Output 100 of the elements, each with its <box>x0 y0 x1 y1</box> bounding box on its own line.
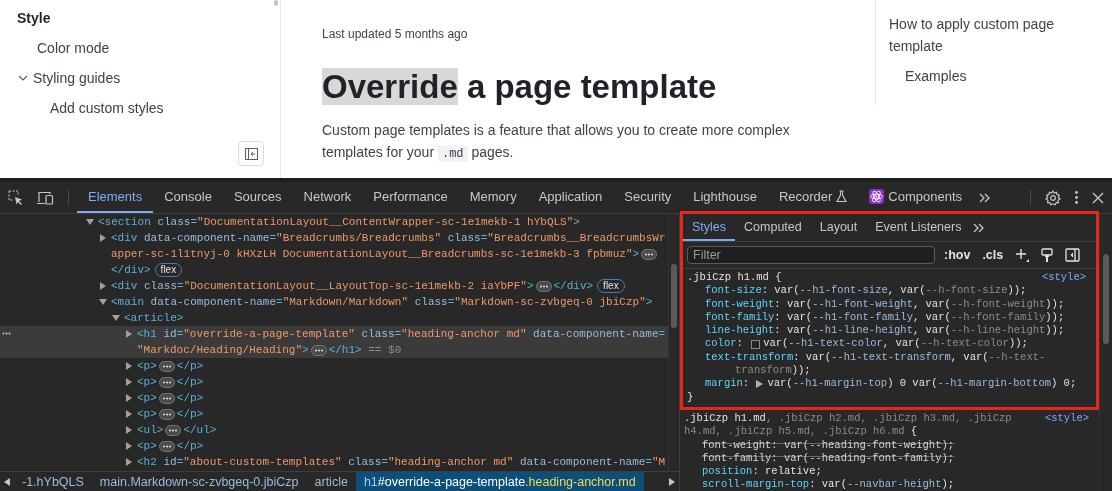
dom-tree-row[interactable]: <p> </p> <box>0 390 668 406</box>
ellipsis-icon[interactable] <box>641 248 658 260</box>
filter-field[interactable]: Filter <box>687 246 935 264</box>
dom-node-text: <ul> <box>137 423 164 438</box>
dom-tree-row[interactable]: <p> </p> <box>0 406 668 422</box>
devtools-tab[interactable]: Recorder <box>767 182 859 213</box>
dom-node-text: apper-sc-1l1tnyj-0 kHXzLH DocumentationLayout__Breadcrumbs-sc-1e1mekb-3 fpbmuz"> <box>111 247 640 262</box>
ellipsis-icon[interactable] <box>158 360 175 372</box>
dom-tree-row[interactable]: <ul> </ul> <box>0 422 668 438</box>
breadcrumb[interactable]: -1.hYbQLS <box>14 472 92 491</box>
dots-icon[interactable] <box>2 332 11 335</box>
inspect-icon[interactable] <box>8 189 24 206</box>
closing-brace: } <box>687 390 694 404</box>
dom-node-text: </p> <box>176 439 204 454</box>
expand-arrow-icon[interactable] <box>125 410 133 418</box>
dom-tree-row[interactable]: <main data-component-name="Markdown/Markdown" class="Markdown-sc-zvbgeq-0 jbiCzp"> <box>0 294 668 310</box>
devtools-tab[interactable]: Lighthouse <box>682 182 768 213</box>
sidebar-item[interactable]: Add custom styles <box>50 99 164 117</box>
more-tabs-icon[interactable] <box>979 192 992 203</box>
css-declaration: color: <box>705 337 744 351</box>
expand-arrow-icon[interactable] <box>125 458 133 466</box>
devtools-tab[interactable]: Elements <box>77 182 154 213</box>
more-icon[interactable] <box>1075 191 1078 204</box>
css-declaration: margin: <box>705 377 751 391</box>
close-icon[interactable] <box>1092 191 1104 204</box>
dom-node-text: <h2 id="about-custom-templates" class="heading-anchor md" data-component-name="M <box>137 455 666 470</box>
toc-link[interactable]: Examples <box>905 68 967 84</box>
devtools-tab[interactable]: Sources <box>222 182 293 213</box>
expand-arrow-icon[interactable] <box>99 234 107 242</box>
toggle-button[interactable]: :hov <box>941 248 974 262</box>
ellipsis-icon[interactable] <box>165 424 182 436</box>
expand-arrow-icon[interactable] <box>125 330 133 338</box>
css-declaration: font-family: var(--h1-font-family, var(--h-font-family)); <box>705 310 1065 325</box>
dom-node-text: <h1 id="override-a-page-template" class="heading-anchor md" data-component-name= <box>137 327 666 342</box>
expand-arrow-icon[interactable] <box>125 362 133 370</box>
devtools-tab[interactable]: Network <box>292 182 363 213</box>
devtools-tab[interactable]: Performance <box>362 182 459 213</box>
breadcrumb[interactable]: main.Markdown-sc-zvbgeq-0.jbiCzp <box>91 472 307 491</box>
expand-arrow-icon[interactable] <box>125 426 133 434</box>
styles-tab[interactable]: Layout <box>810 214 867 241</box>
devtools-tab[interactable]: Security <box>613 182 683 213</box>
scroll-left-icon[interactable] <box>4 477 10 486</box>
dom-tree-row[interactable]: <h1 id="override-a-page-template" class="heading-anchor md" data-component-name= "Markdoc/Heading/Heading"> </h1> == $0 <box>0 326 668 358</box>
device-icon[interactable] <box>36 190 54 205</box>
dom-tree-row[interactable]: <div class="DocumentationLayout__LayoutTop-sc-1e1mekb-2 iaYbPF"> </div> flex <box>0 278 668 294</box>
chevron-icon[interactable] <box>18 73 28 83</box>
styles-tab[interactable]: Computed <box>735 214 811 241</box>
css-declaration: font-weight: var(--h1-font-weight, var(--h-font-weight)); <box>705 297 1065 311</box>
dom-node-text: </p> <box>176 359 204 374</box>
stylesheet-link[interactable]: <style> <box>1041 271 1086 285</box>
dom-node-text: <main data-component-name="Markdown/Markdown" class="Markdown-sc-zvbgeq-0 jbiCzp"> <box>111 295 653 310</box>
expand-arrow-icon[interactable] <box>99 298 107 306</box>
dom-tree-row[interactable]: <section class="DocumentationLayout__ContentWrapper-sc-1e1mekb-1 hYbQLS"> <box>0 214 668 230</box>
dom-tree-row[interactable]: <h2 id="about-custom-templates" class="heading-anchor md" data-component-name="M <box>0 454 668 470</box>
ellipsis-icon[interactable] <box>310 344 327 356</box>
dom-tree-row[interactable]: <article> <box>0 310 668 326</box>
dom-node-text: <p> <box>137 439 157 454</box>
styles-tab[interactable]: Styles <box>683 214 736 241</box>
toc-link[interactable]: How to apply custom page template <box>889 13 1089 57</box>
collapse-sidebar-button[interactable] <box>238 141 264 166</box>
atom-icon <box>869 189 885 204</box>
breadcrumb[interactable]: article <box>306 472 356 491</box>
css-declaration: transform)); <box>735 364 811 378</box>
dom-node-text: <div class="DocumentationLayout__LayoutTop-sc-1e1mekb-2 iaYbPF"> <box>111 279 534 294</box>
ellipsis-icon[interactable] <box>158 440 175 452</box>
settings-icon[interactable] <box>1045 189 1061 206</box>
dom-node-text: <article> <box>124 311 184 326</box>
sidebar-item[interactable]: Color mode <box>37 39 110 57</box>
expand-arrow-icon[interactable] <box>756 380 764 388</box>
sidebar-item[interactable]: Styling guides <box>33 69 121 87</box>
ellipsis-icon[interactable] <box>158 408 175 420</box>
toggle-button[interactable]: .cls <box>979 248 1007 262</box>
devtools-tab[interactable]: Memory <box>458 182 528 213</box>
dom-tree-row[interactable]: <p> </p> <box>0 438 668 454</box>
color-swatch-icon[interactable] <box>751 339 761 349</box>
more-tabs-icon[interactable] <box>973 222 986 233</box>
expand-arrow-icon[interactable] <box>125 442 133 450</box>
expand-arrow-icon[interactable] <box>125 378 133 386</box>
dom-tree-row[interactable]: <p> </p> <box>0 374 668 390</box>
paint-roller-icon[interactable] <box>1041 247 1054 263</box>
css-selector: .jbiCzp h1.md { <box>687 271 782 285</box>
ellipsis-icon[interactable] <box>535 280 552 292</box>
dom-tree-row[interactable]: <p> </p> <box>0 358 668 374</box>
ellipsis-icon[interactable] <box>158 376 175 388</box>
expand-arrow-icon[interactable] <box>112 314 120 322</box>
expand-arrow-icon[interactable] <box>86 218 94 226</box>
devtools-tab[interactable]: Console <box>153 182 223 213</box>
ellipsis-icon[interactable] <box>158 392 175 404</box>
sidebar-toggle-icon[interactable] <box>1065 248 1081 262</box>
styles-tab[interactable]: Event Listeners <box>866 214 971 241</box>
dom-node-text: <p> <box>137 359 157 374</box>
devtools-tab[interactable]: Application <box>527 182 614 213</box>
stylesheet-link[interactable]: <style> <box>1044 411 1089 426</box>
scroll-right-icon[interactable] <box>669 477 675 486</box>
expand-arrow-icon[interactable] <box>125 394 133 402</box>
breadcrumb[interactable]: h1#override-a-page-template.heading-anchor.md <box>355 472 644 491</box>
intro-paragraph: Custom page templates is a feature that allows you to create more complex templates for your .md pages. <box>322 121 791 164</box>
expand-arrow-icon[interactable] <box>99 282 107 290</box>
devtools-tab[interactable]: Components <box>858 182 974 213</box>
plus-icon[interactable] <box>1015 248 1030 262</box>
